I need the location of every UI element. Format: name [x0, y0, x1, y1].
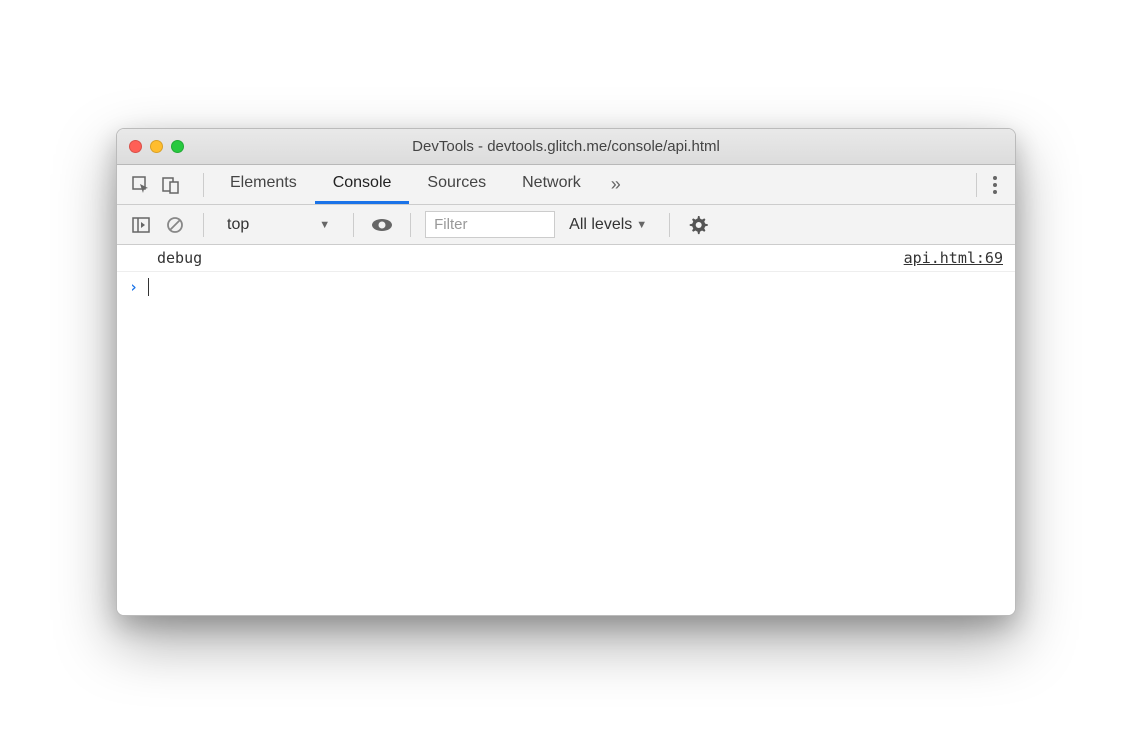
- window-title: DevTools - devtools.glitch.me/console/ap…: [117, 138, 1015, 155]
- live-expression-icon[interactable]: [368, 211, 396, 239]
- context-label: top: [227, 216, 249, 234]
- traffic-lights: [129, 140, 184, 153]
- console-sidebar-toggle-icon[interactable]: [127, 211, 155, 239]
- chevron-down-icon: ▼: [636, 219, 647, 231]
- chevron-down-icon: ▼: [319, 219, 330, 231]
- console-log-entry: debug api.html:69: [117, 245, 1015, 272]
- filter-input[interactable]: [425, 211, 555, 238]
- tab-console[interactable]: Console: [315, 165, 410, 204]
- console-body: debug api.html:69 ›: [117, 245, 1015, 615]
- maximize-window-button[interactable]: [171, 140, 184, 153]
- more-tabs-button[interactable]: »: [599, 174, 633, 195]
- console-prompt[interactable]: ›: [117, 272, 1015, 302]
- separator: [353, 213, 354, 237]
- separator: [976, 173, 977, 197]
- devtools-window: DevTools - devtools.glitch.me/console/ap…: [116, 128, 1016, 616]
- clear-console-icon[interactable]: [161, 211, 189, 239]
- separator: [203, 213, 204, 237]
- context-selector[interactable]: top ▼: [218, 211, 339, 239]
- device-toggle-icon[interactable]: [157, 171, 185, 199]
- titlebar: DevTools - devtools.glitch.me/console/ap…: [117, 129, 1015, 165]
- log-message: debug: [129, 249, 904, 267]
- console-settings-icon[interactable]: [684, 211, 712, 239]
- tab-elements[interactable]: Elements: [212, 165, 315, 204]
- close-window-button[interactable]: [129, 140, 142, 153]
- log-source-link[interactable]: api.html:69: [904, 249, 1003, 267]
- tab-sources[interactable]: Sources: [409, 165, 504, 204]
- prompt-icon: ›: [129, 278, 138, 296]
- tab-network[interactable]: Network: [504, 165, 599, 204]
- levels-label: All levels: [569, 216, 632, 234]
- separator: [669, 213, 670, 237]
- tabs-container: Elements Console Sources Network: [212, 165, 599, 204]
- log-levels-selector[interactable]: All levels ▼: [561, 212, 655, 238]
- console-toolbar: top ▼ All levels ▼: [117, 205, 1015, 245]
- overflow-menu-icon[interactable]: [985, 176, 1005, 194]
- separator: [410, 213, 411, 237]
- cursor: [148, 278, 149, 296]
- minimize-window-button[interactable]: [150, 140, 163, 153]
- tab-icons: [127, 171, 195, 199]
- inspect-element-icon[interactable]: [127, 171, 155, 199]
- tab-bar: Elements Console Sources Network »: [117, 165, 1015, 205]
- separator: [203, 173, 204, 197]
